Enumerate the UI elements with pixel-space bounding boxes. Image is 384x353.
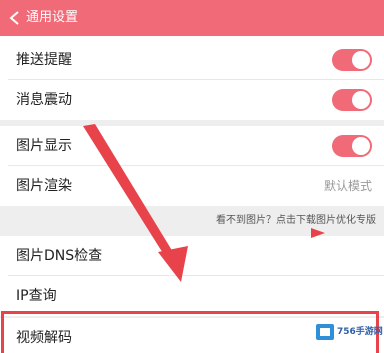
toggle-knob — [352, 91, 370, 109]
vibrate-label: 消息震动 — [16, 92, 72, 108]
back-button[interactable]: 通用设置 — [0, 0, 90, 36]
setting-row-dns-check[interactable]: 图片DNS检查 — [0, 236, 384, 276]
vibrate-toggle[interactable] — [332, 89, 372, 111]
watermark-icon — [316, 324, 334, 340]
setting-row-vibrate: 消息震动 — [0, 80, 384, 120]
image-render-label: 图片渲染 — [16, 178, 72, 194]
image-display-toggle[interactable] — [332, 135, 372, 157]
push-notify-toggle[interactable] — [332, 49, 372, 71]
toggle-knob — [352, 51, 370, 69]
image-display-label: 图片显示 — [16, 138, 72, 154]
page-title: 通用设置 — [26, 10, 79, 25]
setting-row-push-notify: 推送提醒 — [0, 40, 384, 80]
download-hint-text[interactable]: 看不到图片？点击下载图片优化专版 — [216, 214, 376, 228]
chevron-left-icon — [9, 11, 19, 25]
setting-row-image-render[interactable]: 图片渲染 默认模式 — [0, 166, 384, 206]
settings-screen: 通用设置 推送提醒 消息震动 图片显示 图片渲染 默认模式 看不到图片？点击下载… — [0, 0, 384, 353]
download-hint-bar[interactable]: 看不到图片？点击下载图片优化专版 — [0, 206, 384, 236]
watermark-text: 756手游网 — [337, 327, 383, 337]
setting-row-ip-query[interactable]: IP查询 — [0, 276, 384, 316]
toggle-knob — [352, 137, 370, 155]
title-bar: 通用设置 — [0, 0, 384, 36]
setting-row-image-display: 图片显示 — [0, 126, 384, 166]
watermark-logo: 756手游网 — [316, 321, 383, 345]
ip-query-label: IP查询 — [16, 288, 57, 304]
push-notify-label: 推送提醒 — [16, 52, 72, 68]
image-render-value: 默认模式 — [323, 179, 372, 193]
dns-check-label: 图片DNS检查 — [16, 248, 103, 264]
